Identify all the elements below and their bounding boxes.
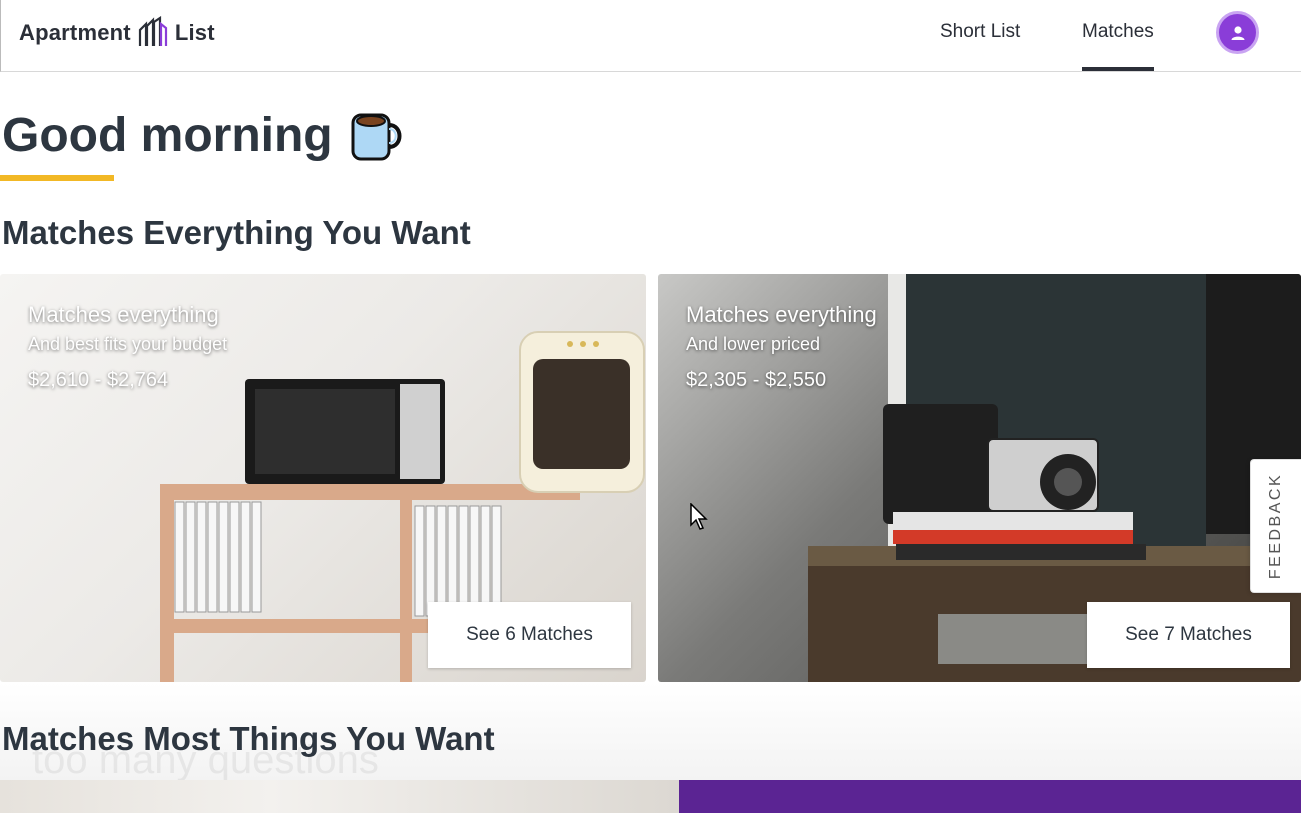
see-matches-button[interactable]: See 6 Matches <box>428 602 631 668</box>
top-header: Apartment List Short List Matches <box>0 0 1301 72</box>
apartment-list-logo[interactable]: Apartment List <box>19 15 215 50</box>
nav-short-list[interactable]: Short List <box>940 0 1020 72</box>
card-price-range: $2,305 - $2,550 <box>686 369 827 391</box>
building-logo-icon <box>137 15 169 50</box>
match-card-lower-priced[interactable]: Matches everything And lower priced $2,3… <box>658 274 1301 682</box>
feedback-tab[interactable]: FEEDBACK <box>1250 459 1301 593</box>
card-text-block: Matches everything And best fits your bu… <box>28 302 227 392</box>
see-matches-button[interactable]: See 7 Matches <box>1087 602 1290 668</box>
nav-matches[interactable]: Matches <box>1082 0 1154 72</box>
next-card-image-strip[interactable] <box>0 780 679 813</box>
greeting-underline <box>0 175 114 181</box>
card-text-block: Matches everything And lower priced $2,3… <box>686 302 877 392</box>
logo-text-left: Apartment <box>19 20 131 45</box>
card-price-range: $2,610 - $2,764 <box>28 369 169 391</box>
greeting-text: Good morning <box>2 109 333 162</box>
promo-banner-strip[interactable] <box>679 780 1301 813</box>
user-icon <box>1231 25 1244 40</box>
logo-text-right: List <box>174 20 215 45</box>
mouse-cursor-icon <box>690 503 708 530</box>
section-title-matches-everything: Matches Everything You Want <box>2 214 471 251</box>
match-card-best-budget[interactable]: Matches everything And best fits your bu… <box>0 274 646 682</box>
card-subtitle: And best fits your budget <box>28 334 228 354</box>
card-subtitle: And lower priced <box>686 334 821 354</box>
user-avatar-button[interactable] <box>1216 11 1259 54</box>
greeting-heading: Good morning <box>2 108 405 163</box>
feedback-label: FEEDBACK <box>1267 472 1284 580</box>
card-title: Matches everything <box>28 302 219 327</box>
section-title-matches-most: Matches Most Things You Want <box>2 720 495 757</box>
coffee-mug-icon <box>349 109 405 163</box>
card-title: Matches everything <box>686 302 877 327</box>
